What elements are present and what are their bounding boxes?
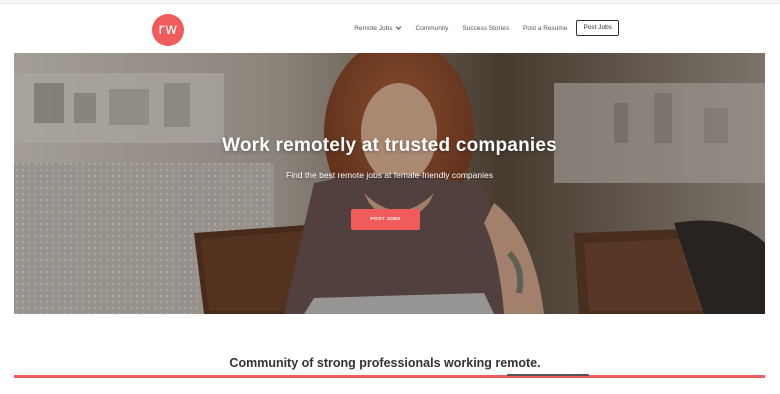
nav-remote-jobs-label: Remote Jobs [354,24,393,32]
post-jobs-nav-button[interactable]: Post Jobs [576,19,619,37]
accent-bar-dark-segment [507,374,589,376]
hero-subtitle: Find the best remote jobs at female-frie… [286,170,493,180]
accent-bar [14,375,765,378]
nav-success-stories[interactable]: Success Stories [462,25,509,32]
nav-success-stories-label: Success Stories [462,24,510,32]
hero-section: Work remotely at trusted companies Find … [14,53,765,314]
nav-community-label: Community [415,24,449,32]
main-nav: Remote Jobs Community Success Stories Po… [340,19,619,37]
site-logo[interactable]: rw [152,14,184,46]
site-header: rw Remote Jobs Community Success Stories… [0,4,780,52]
hero-title: Work remotely at trusted companies [222,135,557,156]
page: rw Remote Jobs Community Success Stories… [0,0,780,394]
hero-overlay [14,53,765,314]
logo-text: rw [158,20,178,38]
nav-post-resume-label: Post a Resume [523,24,568,32]
nav-community[interactable]: Community [416,25,449,32]
chevron-down-icon [395,26,401,30]
post-jobs-hero-button[interactable]: POST JOBS [351,209,420,230]
community-heading: Community of strong professionals workin… [229,356,541,370]
nav-remote-jobs[interactable]: Remote Jobs [354,25,401,32]
nav-post-resume[interactable]: Post a Resume [523,25,567,32]
